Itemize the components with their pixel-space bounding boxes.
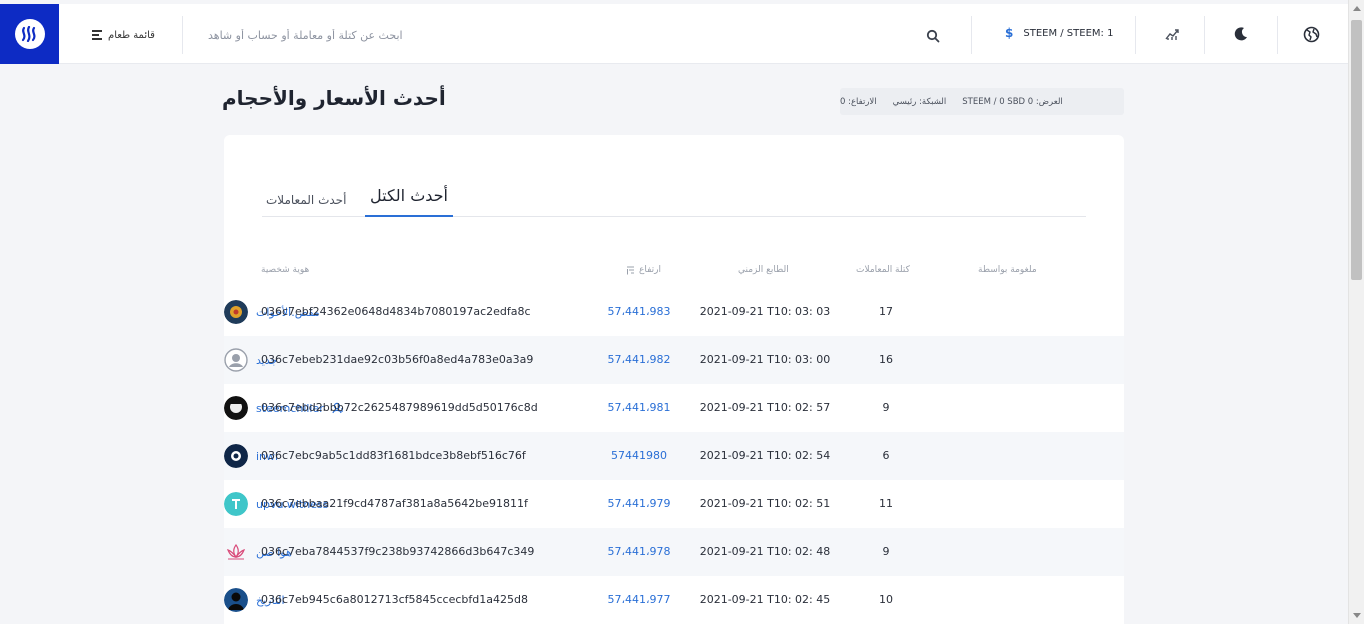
witness-avatar <box>224 540 248 564</box>
block-tx-count: 10 <box>879 593 893 606</box>
block-timestamp: 2021-09-21 T10: 02: 45 <box>699 593 831 606</box>
block-height-link[interactable]: 57،441،981 <box>604 384 674 432</box>
col-header-tx-count: كتلة المعاملات <box>856 265 910 275</box>
chart-icon <box>1165 29 1179 40</box>
tab-latest-blocks[interactable]: أحدث الكتل <box>365 186 453 217</box>
price-label: STEEM / STEEM: 1 <box>1023 27 1114 39</box>
top-bar: قائمة طعام $ STEEM / STEEM: 1 <box>0 4 1348 64</box>
chain-stats: العرض: STEEM / 0 SBD 0 الشبكة: رئيسي الا… <box>840 88 1124 115</box>
table-row[interactable]: 036c7ebeb231dae92c03b56f0a8ed4a783e0a3a9… <box>224 336 1124 384</box>
table-row[interactable]: 036c7eb945c6a8012713cf5845ccecbfd1a425d8… <box>224 576 1124 624</box>
menu-icon <box>92 30 102 40</box>
globe-icon <box>1303 26 1319 42</box>
sort-icon <box>627 266 634 274</box>
tab-bar: أحدث المعاملات أحدث الكتل <box>262 179 1086 217</box>
witness-avatar <box>224 396 248 420</box>
col-header-id: هوية شخصية <box>261 265 310 275</box>
stat-height: الارتفاع: 0 <box>840 96 877 107</box>
block-id[interactable]: 036c7ebc9ab5c1dd83f1681bdce3b8ebf516c76f <box>261 432 526 480</box>
block-height-link[interactable]: 57441980 <box>604 432 674 480</box>
search-icon[interactable] <box>926 29 940 43</box>
divider <box>182 16 183 54</box>
block-id[interactable]: 036c7ebeb231dae92c03b56f0a8ed4a783e0a3a9 <box>261 336 533 384</box>
chart-button[interactable] <box>1163 24 1183 44</box>
block-id[interactable]: 036c7eba7844537f9c238b93742866d3b647c349 <box>261 528 534 576</box>
table-row[interactable]: 036c7ebbaa21f9cd4787af381a8a5642be91811f… <box>224 480 1124 528</box>
table-row[interactable]: 036c7eba7844537f9c238b93742866d3b647c349… <box>224 528 1124 576</box>
page-scrollbar[interactable] <box>1348 0 1364 624</box>
blocks-card: أحدث المعاملات أحدث الكتل هوية شخصية ارت… <box>224 135 1124 624</box>
divider <box>971 16 972 54</box>
col-header-witness: ملغومة بواسطة <box>978 265 1037 275</box>
block-height-link[interactable]: 57،441،979 <box>604 480 674 528</box>
witness-avatar <box>224 492 248 516</box>
witness-avatar <box>224 300 248 324</box>
page-title: أحدث الأسعار والأحجام <box>222 86 446 110</box>
stat-network: الشبكة: رئيسي <box>892 96 947 107</box>
moon-icon <box>1234 27 1247 41</box>
block-height-link[interactable]: 57،441،982 <box>604 336 674 384</box>
witness-avatar <box>224 348 248 372</box>
block-height-link[interactable]: 57،441،983 <box>604 288 674 336</box>
steem-logo[interactable] <box>0 4 59 64</box>
block-timestamp: 2021-09-21 T10: 02: 54 <box>699 449 831 462</box>
block-tx-count: 9 <box>882 545 890 558</box>
scroll-down-icon[interactable] <box>1353 613 1361 618</box>
block-tx-count: 11 <box>879 497 893 510</box>
col-header-height-label: ارتفاع <box>639 265 662 275</box>
scroll-thumb[interactable] <box>1351 20 1362 280</box>
col-header-height[interactable]: ارتفاع <box>626 265 661 275</box>
block-id[interactable]: 036c7ebbaa21f9cd4787af381a8a5642be91811f <box>261 480 528 528</box>
block-id[interactable]: 036c7ebf24362e0648d4834b7080197ac2edfa8c <box>261 288 531 336</box>
block-tx-count: 6 <box>882 449 890 462</box>
theme-toggle[interactable] <box>1231 24 1251 44</box>
block-timestamp: 2021-09-21 T10: 02: 48 <box>699 545 831 558</box>
block-height-link[interactable]: 57،441،978 <box>604 528 674 576</box>
language-button[interactable] <box>1301 24 1321 44</box>
block-tx-count: 9 <box>882 401 890 414</box>
block-tx-count: 16 <box>879 353 893 366</box>
table-row[interactable]: 036c7ebc9ab5c1dd83f1681bdce3b8ebf516c76f… <box>224 432 1124 480</box>
block-timestamp: 2021-09-21 T10: 03: 03 <box>699 305 831 318</box>
block-tx-count: 17 <box>879 305 893 318</box>
menu-button[interactable]: قائمة طعام <box>92 26 155 44</box>
witness-avatar <box>224 444 248 468</box>
divider <box>1204 16 1205 54</box>
witness-avatar <box>224 588 248 612</box>
stat-offer: العرض: STEEM / 0 SBD 0 <box>962 96 1063 107</box>
tab-latest-transactions[interactable]: أحدث المعاملات <box>266 193 346 217</box>
table-row[interactable]: 036c7ebd2bbb72c2625487989619dd5d50176c8d… <box>224 384 1124 432</box>
block-height-link[interactable]: 57،441،977 <box>604 576 674 624</box>
divider <box>1277 16 1278 54</box>
dollar-icon: $ <box>1005 26 1014 40</box>
block-timestamp: 2021-09-21 T10: 02: 51 <box>699 497 831 510</box>
table-row[interactable]: 036c7ebf24362e0648d4834b7080197ac2edfa8c… <box>224 288 1124 336</box>
price-ticker[interactable]: $ STEEM / STEEM: 1 <box>1005 26 1113 40</box>
menu-label: قائمة طعام <box>108 29 155 41</box>
block-timestamp: 2021-09-21 T10: 02: 57 <box>699 401 831 414</box>
divider <box>1135 16 1136 54</box>
block-id[interactable]: 036c7eb945c6a8012713cf5845ccecbfd1a425d8 <box>261 576 528 624</box>
col-header-timestamp: الطابع الزمني <box>738 265 789 275</box>
steem-logo-icon <box>14 19 45 49</box>
search-input[interactable] <box>200 22 920 48</box>
block-id[interactable]: 036c7ebd2bbb72c2625487989619dd5d50176c8d <box>261 384 538 432</box>
block-timestamp: 2021-09-21 T10: 03: 00 <box>699 353 831 366</box>
scroll-up-icon[interactable] <box>1353 6 1361 11</box>
